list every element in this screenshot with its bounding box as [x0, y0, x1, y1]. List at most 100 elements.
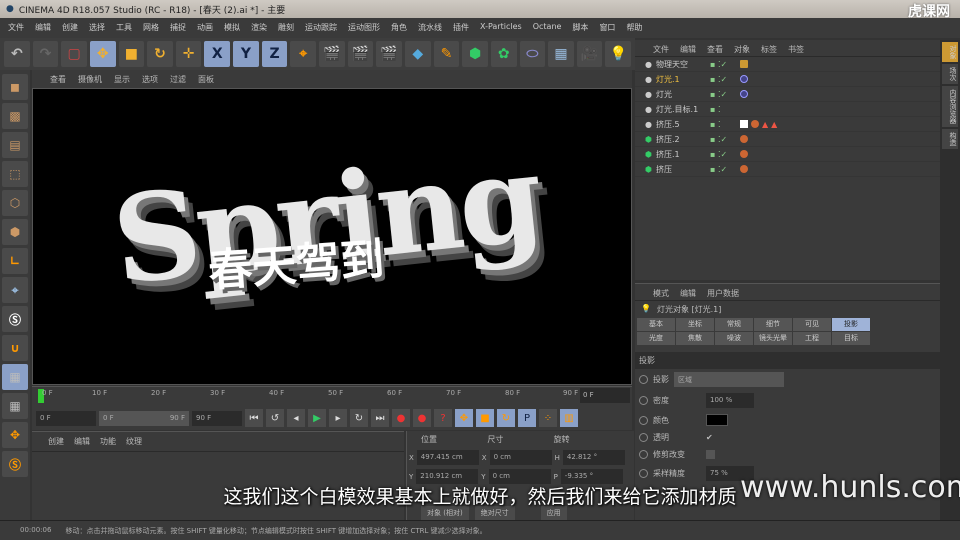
solo-icon[interactable]: Ⓢ: [2, 451, 28, 477]
tab-objects[interactable]: 对象: [942, 42, 958, 62]
subdivision-icon[interactable]: ⬢: [462, 41, 488, 67]
record-icon[interactable]: ●: [392, 409, 410, 427]
viewport-menu-filter[interactable]: 过滤: [170, 74, 186, 84]
live-select-icon[interactable]: ▢: [61, 41, 87, 67]
tweak-icon[interactable]: ⌖: [2, 277, 28, 303]
menu-character[interactable]: 角色: [391, 22, 407, 34]
menu-pipeline[interactable]: 流水线: [418, 22, 442, 34]
am-menu-edit[interactable]: 编辑: [680, 288, 696, 298]
tab-content-browser[interactable]: 内容浏览器: [942, 86, 958, 127]
menu-render[interactable]: 渲染: [251, 22, 267, 34]
timeline-ruler[interactable]: 0 F 10 F 20 F 30 F 40 F 50 F 60 F 70 F 8…: [32, 386, 632, 406]
next-key-icon[interactable]: ▸: [329, 409, 347, 427]
workplane-rotate-icon[interactable]: ▦: [2, 393, 28, 419]
visibility-flags[interactable]: ▪ ⁚✓: [710, 60, 740, 69]
am-menu-userdata[interactable]: 用户数据: [707, 288, 739, 298]
viewport-menu-cameras[interactable]: 摄像机: [78, 74, 102, 84]
go-to-end-icon[interactable]: ⏭: [371, 409, 389, 427]
undo-icon[interactable]: ↶: [4, 41, 30, 67]
go-to-start-icon[interactable]: ⏮: [245, 409, 263, 427]
om-menu-edit[interactable]: 编辑: [680, 44, 696, 54]
menu-mograph[interactable]: 运动图形: [348, 22, 380, 34]
tab-structure[interactable]: 构造: [942, 129, 958, 149]
menu-mesh[interactable]: 网格: [143, 22, 159, 34]
anim-radio[interactable]: [639, 469, 648, 478]
pen-icon[interactable]: ✎: [433, 41, 460, 67]
menu-create[interactable]: 创建: [62, 22, 78, 34]
color-swatch[interactable]: [706, 414, 728, 426]
menu-animate[interactable]: 动画: [197, 22, 213, 34]
attr-tab[interactable]: 常规: [715, 318, 753, 331]
attr-tab[interactable]: 投影: [832, 318, 870, 331]
object-row[interactable]: ⬢ 挤压.1 ▪ ⁚✓: [635, 147, 940, 162]
om-menu-bookmarks[interactable]: 书签: [788, 44, 804, 54]
object-row[interactable]: ● 物理天空 ▪ ⁚✓: [635, 57, 940, 72]
om-menu-view[interactable]: 查看: [707, 44, 723, 54]
z-axis-icon[interactable]: Z: [261, 41, 288, 67]
points-mode-icon[interactable]: ⬚: [2, 161, 28, 187]
attr-tab[interactable]: 目标: [832, 332, 870, 345]
end-frame-field[interactable]: 90 F: [192, 410, 242, 426]
tab-takes[interactable]: 场次: [942, 64, 958, 84]
visibility-flags[interactable]: ▪ ⁚: [710, 120, 740, 129]
prev-key-icon[interactable]: ◂: [287, 409, 305, 427]
model-mode-icon[interactable]: ◼: [2, 74, 28, 100]
material-menu-edit[interactable]: 编辑: [74, 436, 90, 447]
viewport-menu-view[interactable]: 查看: [50, 74, 66, 84]
autokey-icon[interactable]: ●: [413, 409, 431, 427]
cube-icon[interactable]: ◆: [404, 41, 431, 67]
viewport-menu-display[interactable]: 显示: [114, 74, 130, 84]
attr-tab[interactable]: 焦散: [676, 332, 714, 345]
key-position-icon[interactable]: ✥: [455, 409, 473, 427]
play-icon[interactable]: ▶: [308, 409, 326, 427]
visibility-flags[interactable]: ▪ ⁚: [710, 105, 740, 114]
menu-window[interactable]: 窗口: [599, 22, 615, 34]
menu-octane[interactable]: Octane: [533, 22, 562, 34]
render-view-icon[interactable]: 🎬: [319, 41, 345, 67]
viewport-menu-panel[interactable]: 面板: [198, 74, 214, 84]
rotate-icon[interactable]: ↻: [147, 41, 173, 67]
anim-radio[interactable]: [639, 433, 648, 442]
snap-icon[interactable]: Ⓢ: [2, 306, 28, 332]
menu-xparticles[interactable]: X-Particles: [480, 22, 522, 34]
workplane-icon[interactable]: ▤: [2, 132, 28, 158]
om-menu-tags[interactable]: 标签: [761, 44, 777, 54]
menu-script[interactable]: 脚本: [572, 22, 588, 34]
anim-radio[interactable]: [639, 415, 648, 425]
clip-checkbox[interactable]: [706, 450, 715, 459]
om-menu-file[interactable]: 文件: [653, 44, 669, 54]
lock-workplane-icon[interactable]: ▦: [2, 364, 28, 390]
position-x-field[interactable]: 497.415 cm: [416, 450, 479, 465]
object-row[interactable]: ⬢ 挤压 ▪ ⁚✓: [635, 162, 940, 177]
range-slider[interactable]: 0 F 90 F: [99, 410, 189, 426]
visibility-flags[interactable]: ▪ ⁚✓: [710, 90, 740, 99]
object-row[interactable]: ● 灯光.目标.1 ▪ ⁚: [635, 102, 940, 117]
anim-radio[interactable]: [639, 450, 648, 459]
keyframe-selection-icon[interactable]: ?: [434, 409, 452, 427]
current-frame-field[interactable]: 0 F: [580, 388, 630, 403]
menu-select[interactable]: 选择: [89, 22, 105, 34]
timeline-icon[interactable]: ▥: [560, 409, 578, 427]
visibility-flags[interactable]: ▪ ⁚✓: [710, 150, 740, 159]
magnet-icon[interactable]: ∪: [2, 335, 28, 361]
visibility-flags[interactable]: ▪ ⁚✓: [710, 135, 740, 144]
menu-file[interactable]: 文件: [8, 22, 24, 34]
anim-radio[interactable]: [639, 396, 648, 405]
menu-edit[interactable]: 编辑: [35, 22, 51, 34]
polygons-mode-icon[interactable]: ⬢: [2, 219, 28, 245]
object-row[interactable]: ● 灯光 ▪ ⁚✓: [635, 87, 940, 102]
cloner-icon[interactable]: ✿: [490, 41, 517, 67]
start-frame-field[interactable]: 0 F: [36, 410, 96, 426]
light-icon[interactable]: 💡: [605, 41, 632, 67]
deformer-icon[interactable]: ⬭: [519, 41, 546, 67]
attr-tab[interactable]: 可见: [793, 318, 831, 331]
key-rotation-icon[interactable]: ↻: [497, 409, 515, 427]
am-menu-mode[interactable]: 模式: [653, 288, 669, 298]
object-row[interactable]: ● 挤压.5 ▪ ⁚ ▲ ▲: [635, 117, 940, 132]
visibility-flags[interactable]: ▪ ⁚✓: [710, 165, 740, 174]
material-menu-texture[interactable]: 纹理: [126, 436, 142, 447]
material-menu-create[interactable]: 创建: [48, 436, 64, 447]
3d-viewport[interactable]: Spring 春天驾到: [32, 88, 632, 385]
edges-mode-icon[interactable]: ⬡: [2, 190, 28, 216]
object-row[interactable]: ● 灯光.1 ▪ ⁚✓: [635, 72, 940, 87]
